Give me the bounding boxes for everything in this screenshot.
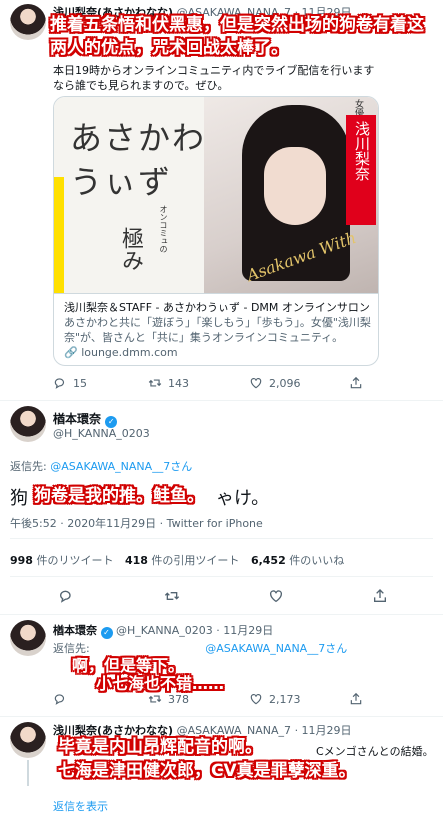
like-action[interactable]: 2,096 [249,376,301,390]
thread-line [27,760,29,786]
actress-face [264,147,326,225]
reply-icon [53,692,67,706]
retweet-icon [148,692,162,706]
share-action[interactable] [349,376,363,390]
avatar-kanna-reply[interactable] [10,620,46,656]
reply1-author[interactable]: 楢本環奈 [53,624,97,637]
main-retweet-stat[interactable]: 998 件のリツイート [10,554,113,567]
share-icon [349,692,363,706]
reply1-retweet-count: 378 [168,692,189,706]
main-reply-prefix: 返信先: [10,460,51,473]
avatar-kanna[interactable] [10,406,46,442]
overlay-reply: 狗卷是我的推。鲑鱼。 [34,486,204,506]
reply2-body-tail: Cメンゴさんとの結婚。 [316,745,434,758]
tweet1-body-line2: 本日19時からオンラインコミュニティ内でライブ配信を行います [53,64,375,77]
reply1-reply-prefix: 返信先: [53,642,90,655]
card-desc-line1: あさかわと共に「遊ぼう」「楽しもう」「歩もう」。女優"浅川梨 [64,316,371,329]
card-title-line1: あさかわ [70,119,207,157]
card-name-vertical: 浅川梨奈 [353,121,371,181]
main-time[interactable]: 午後5:52 · 2020年11月29日 · Twitter for iPhon… [10,515,263,531]
reply1-reply-handle[interactable]: @ASAKAWA_NANA__7さん [205,642,347,655]
tweet1-body-line3: なら誰でも見られますので。ぜひ。 [53,79,229,92]
reply1-share-action[interactable] [349,692,363,706]
reply-icon[interactable] [58,588,74,604]
reply1-like-action[interactable]: 2,173 [249,692,301,706]
main-actions [10,588,433,606]
reply1-reply-to: 返信先: @ASAKAWA_NANA__7さん [53,640,347,656]
main-author-row[interactable]: 楢本環奈 ✓ [53,410,118,428]
like-count: 2,096 [269,376,301,390]
main-like-label: 件のいいね [285,554,345,567]
card-link-title[interactable]: 浅川梨奈＆STAFF - あさかわうぃず - DMM オンラインサロン [64,300,370,315]
main-reply-to: 返信先: @ASAKAWA_NANA__7さん [10,458,192,474]
heart-icon[interactable] [268,588,284,604]
main-body-end: ゃけ。 [216,488,270,509]
main-quote-count: 418 [124,554,148,567]
share-icon [349,376,363,390]
reply1-reply-action[interactable] [53,692,67,706]
card-text: 浅川梨奈＆STAFF - あさかわうぃず - DMM オンラインサロン あさかわ… [54,293,378,365]
reply1-date[interactable]: · 11月29日 [216,624,273,637]
main-author: 楢本環奈 [53,412,102,426]
reply1-actions: 378 2,173 [53,692,383,708]
main-stats: 998 件のリツイート 418 件の引用ツイート 6,452 件のいいね [10,552,344,568]
divider [0,716,443,717]
avatar-asakawa[interactable] [10,4,46,40]
retweet-icon[interactable] [164,588,180,604]
card-domain: 🔗 lounge.dmm.com [64,345,370,360]
reply1-header: 楢本環奈 ✓ @H_KANNA_0203 · 11月29日 [53,622,273,639]
retweet-icon [148,376,162,390]
main-like-stat[interactable]: 6,452 件のいいね [251,554,344,567]
reply1-retweet-action[interactable]: 378 [148,692,189,706]
overlay-small-line1: 啊，但是等下。 [72,656,185,675]
link-card[interactable]: あさかわ うぃず オンコミュの 極み 女優 浅川梨奈 Asakawa With … [53,96,379,366]
divider [10,538,433,539]
card-image: あさかわ うぃず オンコミュの 極み 女優 浅川梨奈 Asakawa With [54,97,378,293]
divider [10,576,433,577]
retweet-count: 143 [168,376,189,390]
share-icon[interactable] [372,588,388,604]
reply-action[interactable]: 15 [53,376,87,390]
divider [0,400,443,401]
card-desc-line2: 奈"が、皆さんと「共に」集うオンラインコミュニティ。 [64,331,344,344]
overlay-top: 推着五条悟和伏黑惠，但是突然出场的狗卷有着这两人的优点，咒术回战太棒了。 [50,15,424,58]
card-title-line2: うぃず [70,163,173,201]
reply-icon [53,376,67,390]
heart-icon [249,692,263,706]
reply1-like-count: 2,173 [269,692,301,706]
main-body-start: 狗 [10,488,28,509]
avatar-asakawa-reply[interactable] [10,722,46,758]
main-reply-handle[interactable]: @ASAKAWA_NANA__7さん [50,460,192,473]
heart-icon [249,376,263,390]
card-domain-text: lounge.dmm.com [81,346,178,359]
main-quote-stat[interactable]: 418 件の引用ツイート [125,554,239,567]
main-retweet-label: 件のリツイート [32,554,114,567]
link-icon: 🔗 [64,346,78,359]
main-quote-label: 件の引用ツイート [147,554,240,567]
retweet-action[interactable]: 143 [148,376,189,390]
main-handle[interactable]: @H_KANNA_0203 [53,427,150,440]
yellow-accent-bar [54,177,64,293]
card-kiwami: 極み [118,227,143,271]
overlay-small-line2: 小七海也不错…… [96,674,225,693]
reply1-handle[interactable]: @H_KANNA_0203 [116,624,213,637]
reply2-date[interactable]: · 11月29日 [295,724,352,737]
main-retweet-count: 998 [10,554,33,567]
divider [0,614,443,615]
card-vertical-sub: オンコミュの [159,205,168,253]
overlay-bottom-line1: 毕竟是内山昂辉配音的啊。 [58,737,262,757]
reply-count: 15 [73,376,87,390]
main-like-count: 6,452 [250,554,286,567]
show-replies-link[interactable]: 返信を表示 [53,798,108,814]
overlay-bottom-line2: 七海是津田健次郎，CV真是罪孽深重。 [58,761,356,781]
verified-badge-icon: ✓ [100,627,113,639]
tweet1-actions: 15 143 2,096 [53,376,383,394]
